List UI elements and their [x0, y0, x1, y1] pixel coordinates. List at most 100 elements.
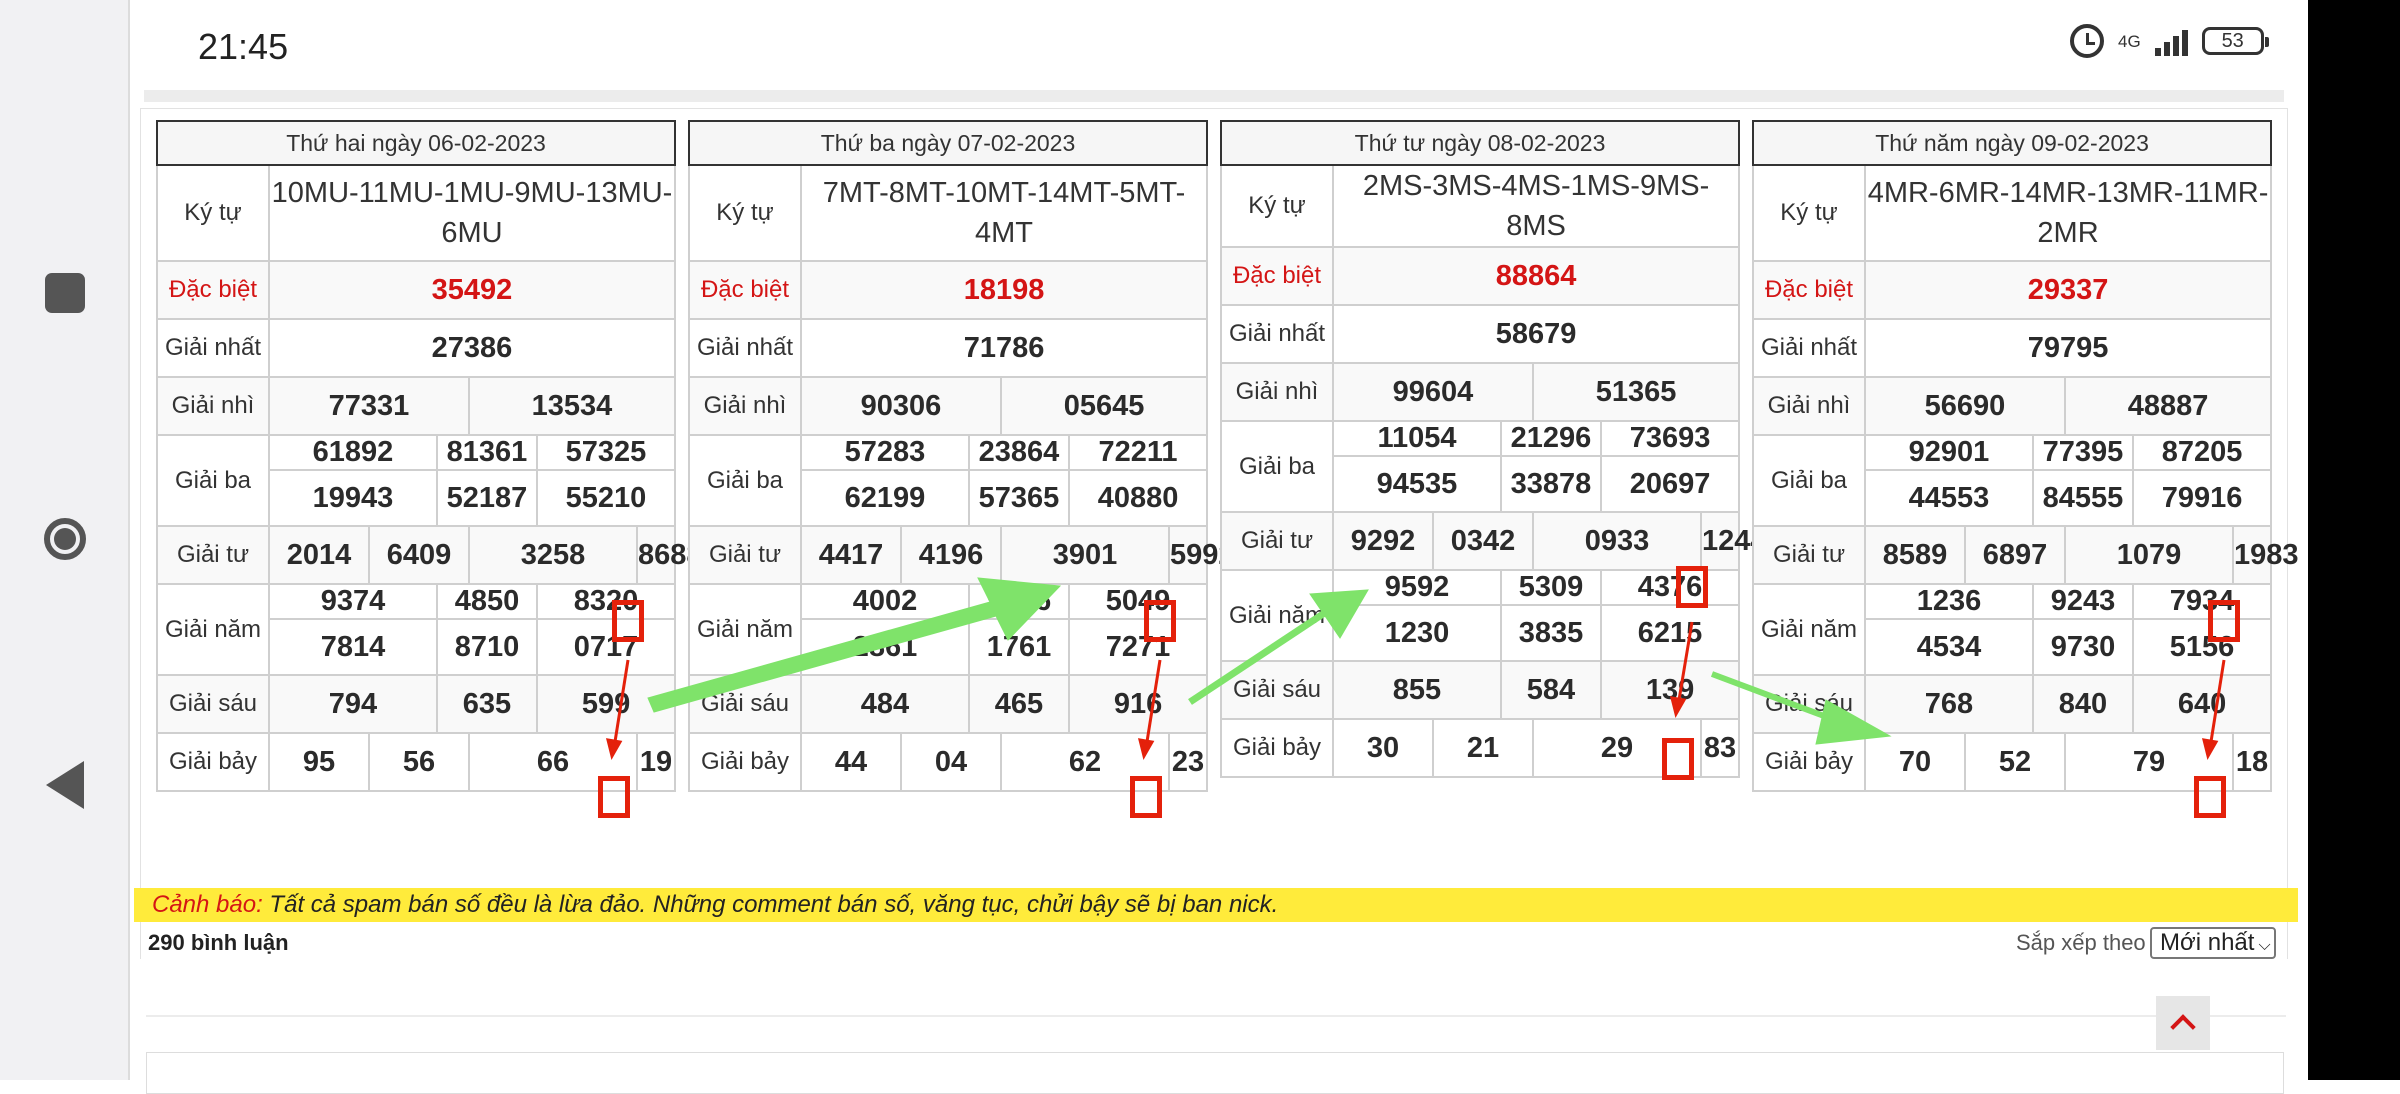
sixth-prize: 840 [2032, 674, 2134, 734]
row-label: Ký tự [688, 164, 802, 262]
third-prize: 61892 [268, 434, 438, 471]
row-label: Giải sáu [1220, 660, 1334, 720]
row-label: Giải sáu [1752, 674, 1866, 734]
highlight-box [1662, 738, 1694, 780]
third-prize: 11054 [1332, 420, 1502, 457]
special-prize: 35492 [267, 260, 677, 320]
fourth-prize: 1079 [2064, 525, 2234, 585]
screen-edge [2308, 0, 2400, 1080]
highlight-box [2208, 600, 2240, 642]
fourth-prize: 2014 [268, 525, 370, 585]
seventh-prize: 83 [1699, 718, 1741, 778]
seventh-prize: 30 [1332, 718, 1434, 778]
fifth-prize: 9592 [1332, 569, 1502, 606]
table-header: Thứ hai ngày 06-02-2023 [155, 120, 677, 166]
second-prize: 56690 [1864, 376, 2066, 436]
first-prize: 58679 [1331, 304, 1741, 364]
fourth-prize: 8688 [635, 525, 703, 585]
row-label: Giải nhì [156, 376, 270, 436]
sixth-prize: 635 [436, 674, 538, 734]
fifth-prize: 5309 [1500, 569, 1602, 606]
row-label: Giải nhất [688, 318, 802, 378]
third-prize: 40880 [1067, 469, 1209, 527]
special-prize: 88864 [1331, 246, 1741, 306]
highlight-box [1144, 600, 1176, 642]
fourth-prize: 6409 [368, 525, 470, 585]
network-type: 4G [2118, 31, 2141, 51]
fourth-prize: 8589 [1864, 525, 1966, 585]
third-prize: 92901 [1864, 434, 2034, 471]
sort-label: Sắp xếp theo [2016, 930, 2146, 955]
row-label: Giải ba [156, 434, 270, 527]
row-label: Đặc biệt [1220, 246, 1334, 306]
third-prize: 57365 [968, 469, 1070, 527]
sort-select[interactable]: Mới nhất ⌵ [2150, 927, 2276, 959]
seventh-prize: 19 [635, 732, 677, 792]
second-prize: 51365 [1531, 362, 1741, 422]
warning-text: Tất cả spam bán số đều là lừa đảo. Những… [262, 891, 1279, 918]
row-label: Giải năm [688, 583, 802, 676]
table-header: Thứ năm ngày 09-02-2023 [1751, 120, 2273, 166]
sixth-prize: 484 [800, 674, 970, 734]
highlight-box [612, 600, 644, 642]
back-triangle-icon [46, 761, 84, 809]
sort-value: Mới nhất [2160, 929, 2255, 956]
status-time: 21:45 [198, 26, 289, 67]
fifth-prize: 4376 [1599, 569, 1741, 606]
sixth-prize: 599 [535, 674, 677, 734]
row-label: Giải năm [156, 583, 270, 676]
highlight-box [1676, 566, 1708, 608]
row-label: Giải nhất [1220, 304, 1334, 364]
second-prize: 13534 [467, 376, 677, 436]
fifth-prize: 2861 [800, 618, 970, 676]
result-table: Thứ hai ngày 06-02-2023 Ký tự 10MU-11MU-1M… [155, 120, 703, 792]
fifth-prize: 7814 [268, 618, 438, 676]
fifth-prize: 6215 [1599, 604, 1741, 662]
third-prize: 20697 [1599, 455, 1741, 513]
battery-level: 53 [2221, 29, 2244, 52]
status-icons: 4G 53 [2070, 24, 2269, 58]
first-prize: 27386 [267, 318, 677, 378]
seventh-prize: 52 [1964, 732, 2066, 792]
sixth-prize: 465 [968, 674, 1070, 734]
seventh-prize: 23 [1167, 732, 1209, 792]
scroll-top-button[interactable] [2156, 996, 2210, 1050]
third-prize: 57283 [800, 434, 970, 471]
third-prize: 94535 [1332, 455, 1502, 513]
fifth-prize: 9186 [968, 583, 1070, 620]
row-label: Đặc biệt [156, 260, 270, 320]
signal-icon [2154, 26, 2188, 56]
third-prize: 19943 [268, 469, 438, 527]
code-value: 7MT-8MT-10MT-14MT-5MT-4MT [799, 164, 1209, 262]
fifth-prize: 9243 [2032, 583, 2134, 620]
seventh-prize: 95 [268, 732, 370, 792]
third-prize: 77395 [2032, 434, 2134, 471]
chevron-down-icon: ⌵ [2258, 937, 2271, 954]
code-value: 2MS-3MS-4MS-1MS-9MS-8MS [1331, 164, 1741, 248]
row-label: Đặc biệt [688, 260, 802, 320]
fifth-prize: 8710 [436, 618, 538, 676]
recent-apps-button[interactable] [42, 270, 88, 316]
back-button[interactable] [42, 761, 88, 809]
second-prize: 99604 [1332, 362, 1534, 422]
row-label: Giải ba [688, 434, 802, 527]
third-prize: 44553 [1864, 469, 2034, 527]
row-label: Ký tự [1220, 164, 1334, 248]
fourth-prize: 1983 [2231, 525, 2299, 585]
fifth-prize: 4850 [436, 583, 538, 620]
third-prize: 55210 [535, 469, 677, 527]
fifth-prize: 7271 [1067, 618, 1209, 676]
code-value: 10MU-11MU-1MU-9MU-13MU-6MU [267, 164, 677, 262]
third-prize: 87205 [2131, 434, 2273, 471]
fifth-prize: 5156 [2131, 618, 2273, 676]
top-band [144, 90, 2284, 102]
row-label: Giải tư [688, 525, 802, 585]
sixth-prize: 768 [1864, 674, 2034, 734]
row-label: Giải tư [156, 525, 270, 585]
third-prize: 79916 [2131, 469, 2273, 527]
special-prize: 29337 [1863, 260, 2273, 320]
table-header: Thứ ba ngày 07-02-2023 [687, 120, 1209, 166]
row-label: Giải năm [1752, 583, 1866, 676]
third-prize: 52187 [436, 469, 538, 527]
home-button[interactable] [42, 516, 88, 562]
